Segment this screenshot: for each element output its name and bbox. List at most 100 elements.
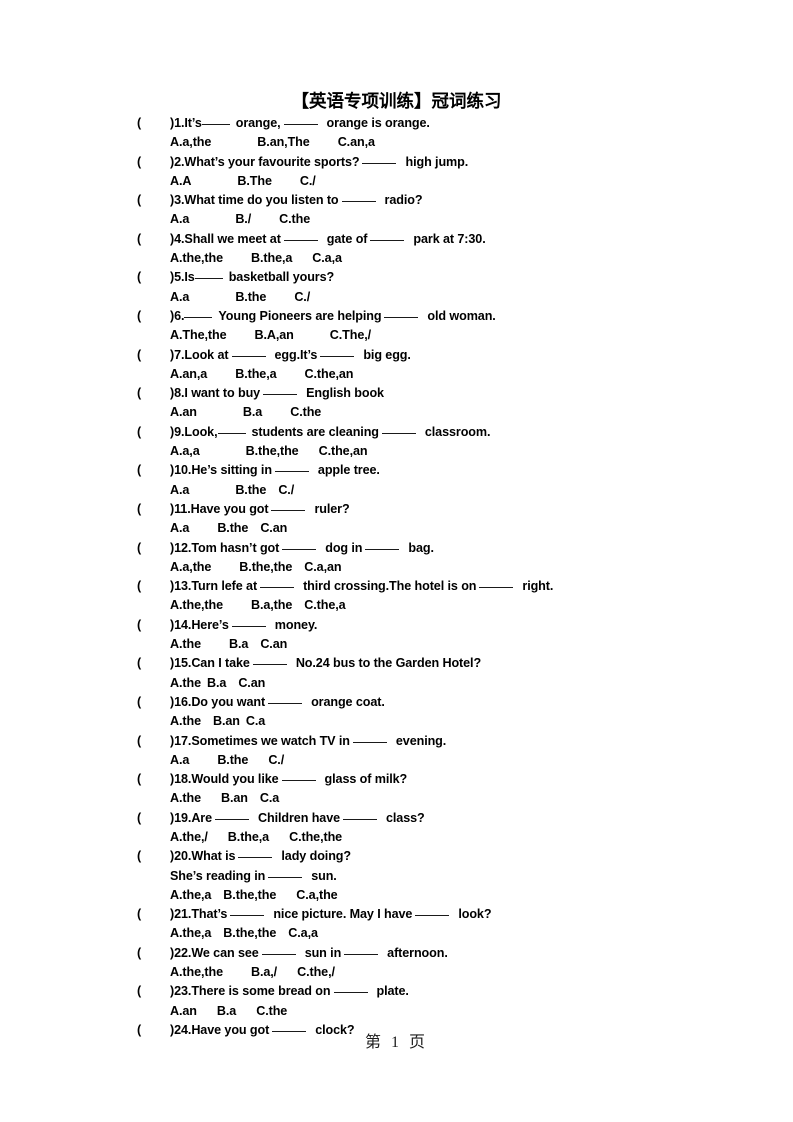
answer-blank[interactable] [341,192,376,203]
option-b[interactable]: B.a [207,676,226,690]
option-b[interactable]: B./ [235,212,251,226]
option-c[interactable]: C./ [300,174,316,188]
answer-blank[interactable] [231,617,266,627]
option-a[interactable]: A.A [170,174,191,188]
answer-choice-box[interactable]: ( [137,616,170,635]
option-b[interactable]: B.the [235,483,266,497]
option-c[interactable]: C./ [268,753,284,767]
answer-blank[interactable] [215,810,250,820]
option-a[interactable]: A.a [170,212,189,226]
answer-choice-box[interactable]: ( [137,268,170,287]
answer-blank[interactable] [184,308,213,318]
option-b[interactable]: B.the,the [223,888,276,902]
answer-blank[interactable] [231,347,266,357]
option-b[interactable]: B.a [217,1004,236,1018]
answer-choice-box[interactable]: ( [137,577,170,596]
answer-choice-box[interactable]: ( [137,847,170,866]
option-a[interactable]: A.The,the [170,328,227,342]
option-a[interactable]: A.a [170,290,189,304]
option-a[interactable]: A.the,a [170,926,211,940]
answer-blank[interactable] [320,347,355,357]
option-b[interactable]: B.an [221,791,248,805]
option-c[interactable]: C.a [246,714,265,728]
option-c[interactable]: C./ [278,483,294,497]
option-a[interactable]: A.a,the [170,560,211,574]
option-c[interactable]: C.the,a [304,598,345,612]
answer-blank[interactable] [344,945,379,955]
answer-blank[interactable] [283,115,318,125]
option-c[interactable]: C.an [238,676,265,690]
answer-choice-box[interactable]: ( [137,770,170,789]
answer-choice-box[interactable]: ( [137,384,170,403]
option-a[interactable]: A.an [170,405,197,419]
answer-choice-box[interactable]: ( [137,905,170,924]
option-c[interactable]: C./ [294,290,310,304]
option-c[interactable]: C.the,an [319,444,368,458]
option-c[interactable]: C.a,a [312,251,342,265]
option-a[interactable]: A.the [170,637,201,651]
option-b[interactable]: B.a [229,637,248,651]
option-c[interactable]: C.the [279,212,310,226]
answer-blank[interactable] [381,424,416,434]
option-a[interactable]: A.a,a [170,444,200,458]
option-b[interactable]: B.A,an [254,328,293,342]
option-a[interactable]: A.the [170,714,201,728]
option-c[interactable]: C.a,a [288,926,318,940]
option-b[interactable]: B.an,The [257,135,309,149]
answer-choice-box[interactable]: ( [137,500,170,519]
option-c[interactable]: C.a [260,791,279,805]
option-c[interactable]: C.The,/ [330,328,371,342]
answer-blank[interactable] [261,945,296,955]
answer-choice-box[interactable]: ( [137,732,170,751]
option-b[interactable]: B.the [217,521,248,535]
answer-choice-box[interactable]: ( [137,982,170,1001]
answer-choice-box[interactable]: ( [137,307,170,326]
answer-blank[interactable] [260,578,295,589]
option-a[interactable]: A.the [170,676,201,690]
option-a[interactable]: A.a,the [170,135,211,149]
answer-blank[interactable] [479,578,514,589]
answer-choice-box[interactable]: ( [137,539,170,558]
option-b[interactable]: B.a,/ [251,965,277,979]
answer-choice-box[interactable]: ( [137,693,170,712]
answer-choice-box[interactable]: ( [137,654,170,673]
option-b[interactable]: B.the,the [246,444,299,458]
answer-blank[interactable] [268,868,303,878]
option-c[interactable]: C.an,a [338,135,375,149]
option-a[interactable]: A.the,the [170,965,223,979]
option-c[interactable]: C.an [260,521,287,535]
answer-blank[interactable] [274,462,309,473]
answer-blank[interactable] [365,540,400,550]
answer-blank[interactable] [230,906,265,917]
option-b[interactable]: B.the,a [228,830,269,844]
answer-choice-box[interactable]: ( [137,346,170,365]
answer-choice-box[interactable]: ( [137,191,170,210]
option-a[interactable]: A.the,a [170,888,211,902]
answer-choice-box[interactable]: ( [137,230,170,249]
answer-blank[interactable] [238,848,273,859]
option-b[interactable]: B.a,the [251,598,292,612]
option-a[interactable]: A.the,the [170,598,223,612]
answer-blank[interactable] [352,733,387,743]
option-c[interactable]: C.the,/ [297,965,335,979]
answer-blank[interactable] [415,906,450,917]
option-b[interactable]: B.the [217,753,248,767]
answer-choice-box[interactable]: ( [137,809,170,828]
answer-blank[interactable] [282,540,317,550]
option-a[interactable]: A.an,a [170,367,207,381]
answer-choice-box[interactable]: ( [137,114,170,133]
option-c[interactable]: C.an [260,637,287,651]
answer-blank[interactable] [201,115,230,125]
option-a[interactable]: A.an [170,1004,197,1018]
option-b[interactable]: B.The [237,174,272,188]
option-b[interactable]: B.an [213,714,240,728]
option-c[interactable]: C.the [256,1004,287,1018]
answer-choice-box[interactable]: ( [137,461,170,480]
answer-blank[interactable] [362,154,397,164]
answer-blank[interactable] [384,308,419,318]
option-b[interactable]: B.the,the [223,926,276,940]
option-a[interactable]: A.a [170,521,189,535]
answer-blank[interactable] [343,810,377,820]
answer-blank[interactable] [194,269,223,280]
option-b[interactable]: B.a [243,405,262,419]
